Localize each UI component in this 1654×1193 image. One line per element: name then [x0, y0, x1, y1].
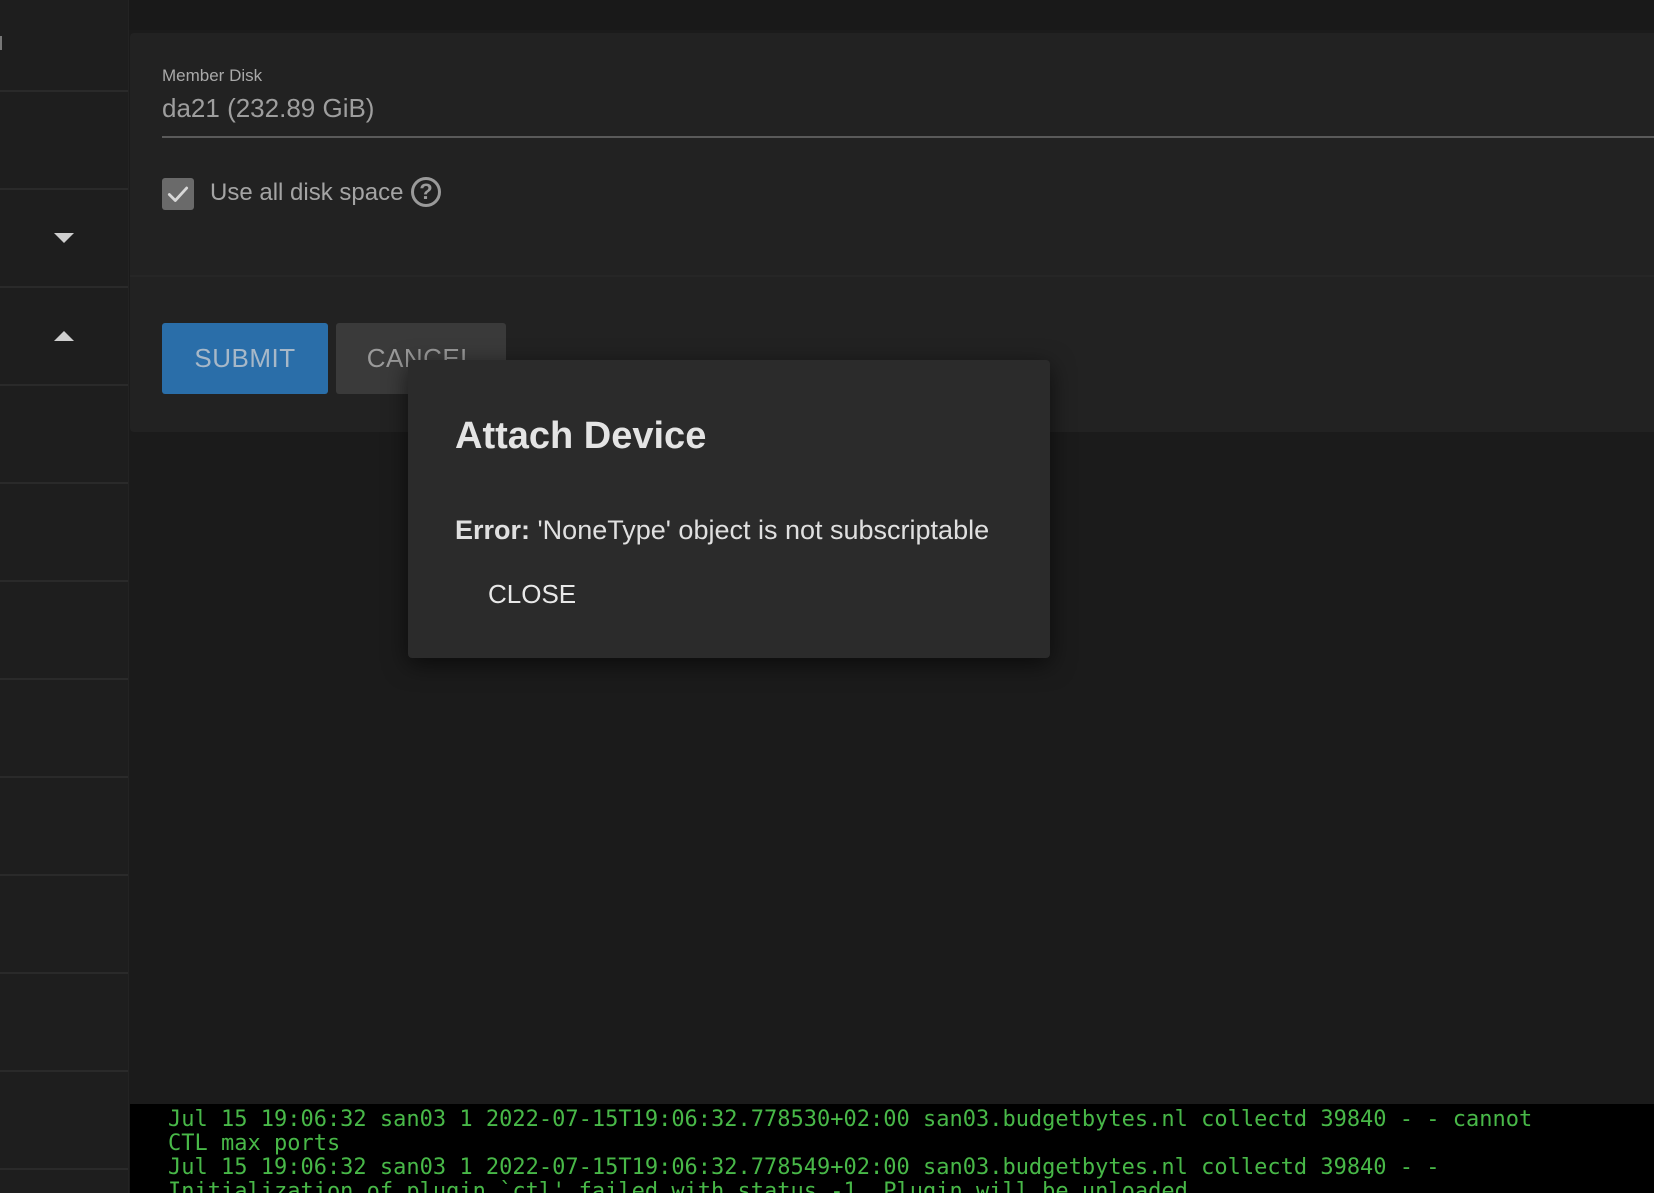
sidebar-item[interactable] [0, 484, 128, 582]
sidebar-item[interactable] [0, 386, 128, 484]
sidebar-item[interactable] [0, 190, 128, 288]
sidebar-item[interactable] [0, 0, 128, 92]
sidebar-item[interactable] [0, 288, 128, 386]
sidebar-item[interactable] [0, 92, 128, 190]
member-disk-select[interactable]: da21 (232.89 GiB) [162, 93, 374, 124]
member-disk-label: Member Disk [162, 66, 263, 85]
dialog-error-message: Error: 'NoneType' object is not subscrip… [455, 515, 989, 546]
sidebar-item[interactable] [0, 582, 128, 680]
console-log: Jul 15 19:06:32 san03 1 2022-07-15T19:06… [130, 1104, 1654, 1193]
check-icon [167, 186, 189, 202]
use-all-disk-space-checkbox[interactable] [162, 178, 194, 210]
help-glyph: ? [419, 179, 433, 204]
log-line: Jul 15 19:06:32 san03 1 2022-07-15T19:06… [168, 1107, 1533, 1132]
error-prefix: Error: [455, 515, 531, 545]
caret-up-icon [54, 331, 74, 341]
log-line: Initialization of plugin `ctl' failed wi… [168, 1179, 1202, 1193]
attach-device-dialog: Attach Device Error: 'NoneType' object i… [408, 360, 1050, 658]
error-text: 'NoneType' object is not subscriptable [537, 515, 990, 545]
sidebar [0, 0, 129, 1193]
log-line: Jul 15 19:06:32 san03 1 2022-07-15T19:06… [168, 1155, 1440, 1180]
console-log-text: Jul 15 19:06:32 san03 1 2022-07-15T19:06… [168, 1108, 1532, 1193]
log-line: CTL max ports [168, 1131, 341, 1156]
sidebar-marker [0, 36, 2, 50]
help-circle-icon[interactable]: ? [411, 177, 441, 207]
sidebar-item[interactable] [0, 1072, 128, 1170]
caret-down-icon [54, 233, 74, 243]
sidebar-item[interactable] [0, 876, 128, 974]
submit-button[interactable]: SUBMIT [162, 323, 328, 394]
sidebar-item[interactable] [0, 974, 128, 1072]
use-all-disk-space-label[interactable]: Use all disk space [210, 179, 403, 207]
member-disk-underline [162, 136, 1654, 138]
sidebar-item[interactable] [0, 778, 128, 876]
top-bar [129, 0, 1654, 30]
close-button[interactable]: CLOSE [470, 575, 594, 614]
sidebar-item[interactable] [0, 680, 128, 778]
divider [130, 275, 1654, 277]
dialog-title: Attach Device [455, 415, 707, 457]
